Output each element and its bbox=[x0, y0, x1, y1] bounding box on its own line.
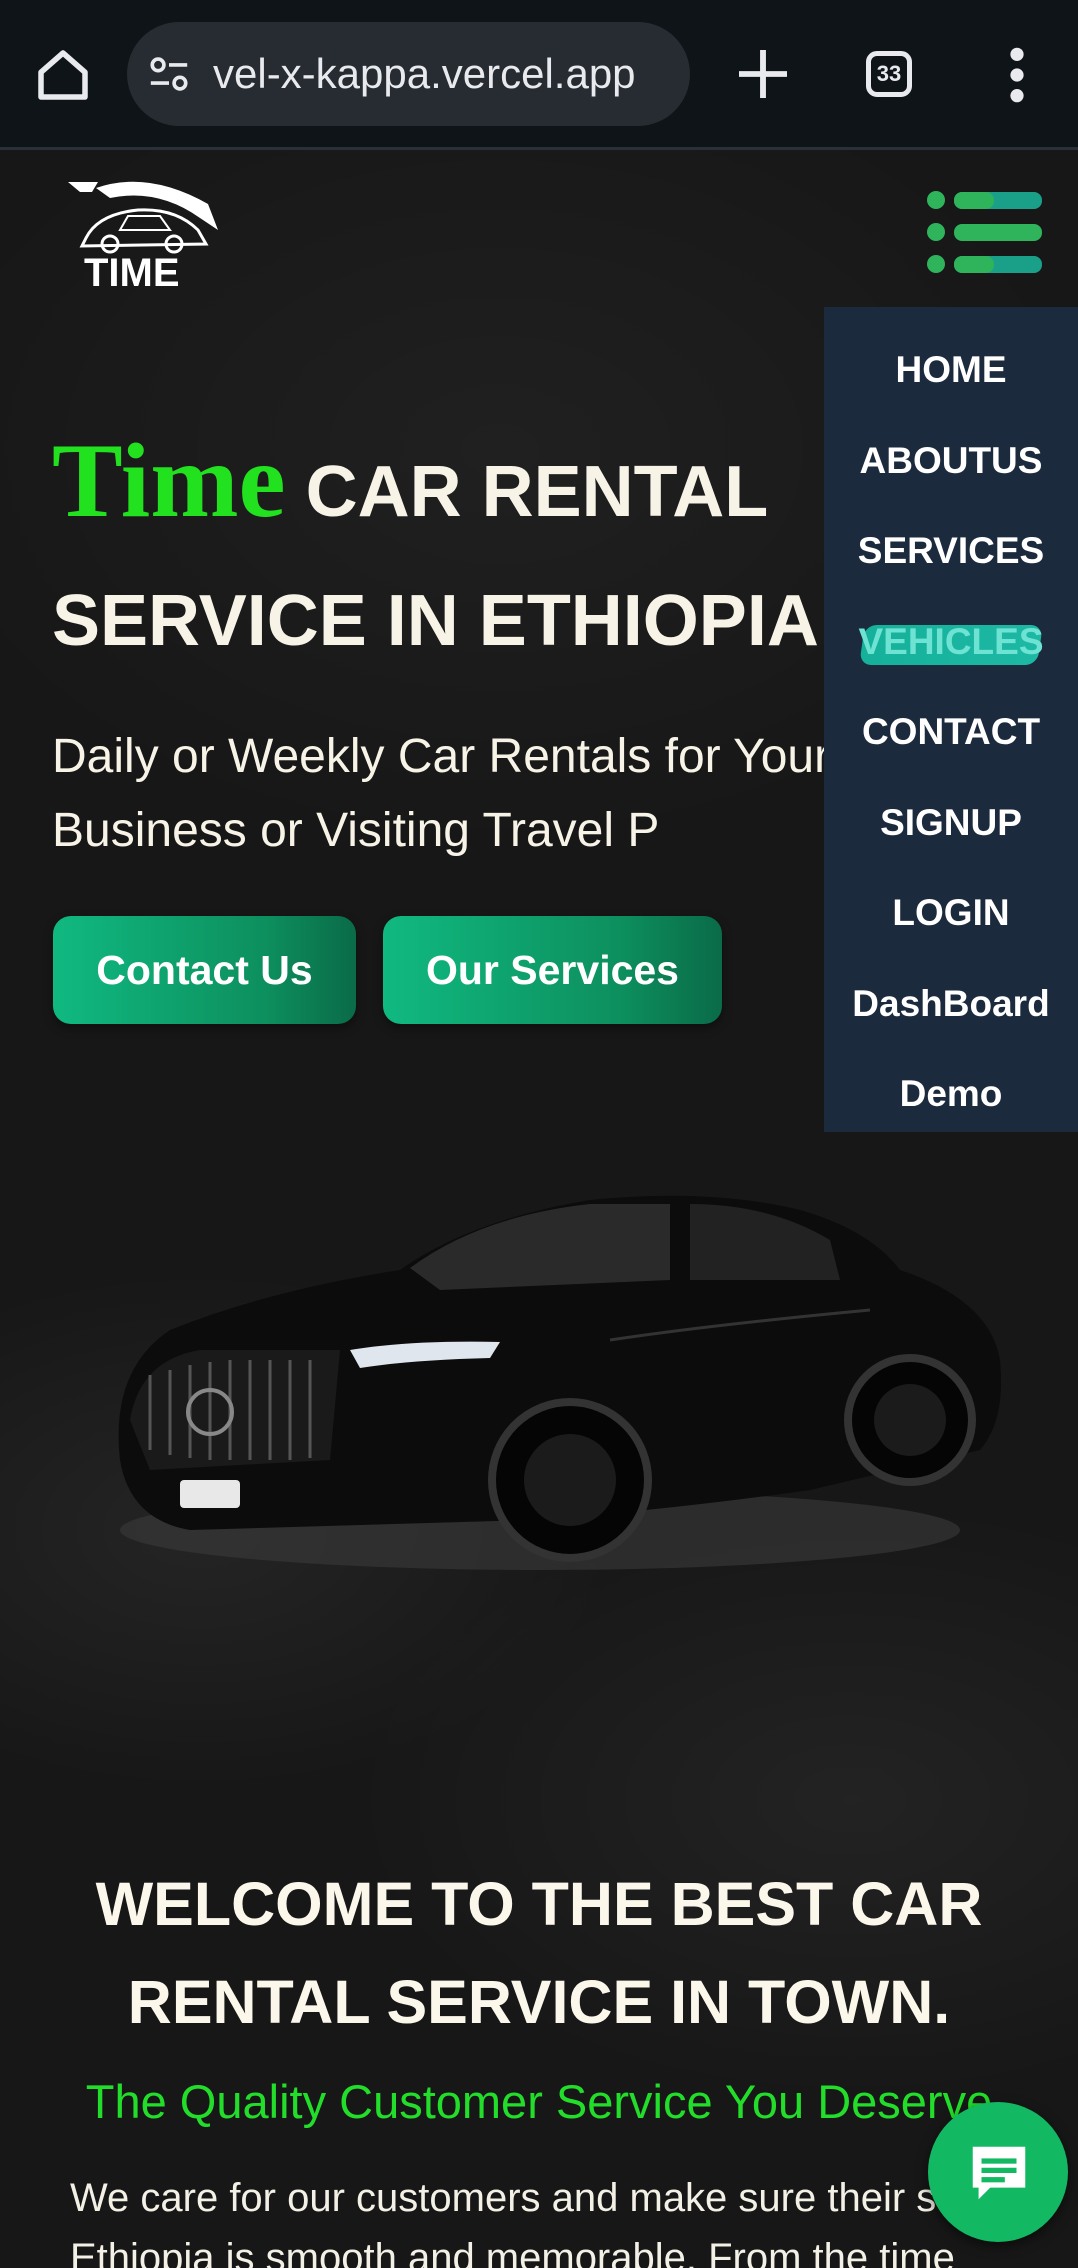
nav-item-aboutus[interactable]: ABOUTUS bbox=[824, 416, 1078, 507]
nav-item-login[interactable]: LOGIN bbox=[824, 868, 1078, 959]
page-content: TIME Time CAR RENTAL SERVICE IN ETHIOPIA … bbox=[0, 150, 1078, 2268]
url-text[interactable]: vel-x-kappa.vercel.app bbox=[213, 46, 674, 102]
nav-label: SERVICES bbox=[857, 530, 1045, 571]
hero-title-rest: CAR RENTAL bbox=[305, 452, 769, 532]
car-image bbox=[118, 1195, 1002, 1570]
contact-us-button[interactable]: Contact Us bbox=[53, 916, 356, 1024]
hamburger-menu-icon[interactable] bbox=[926, 190, 1042, 274]
nav-item-demo[interactable]: Demo bbox=[824, 1049, 1078, 1140]
nav-dropdown: HOME ABOUTUS SERVICES VEHICLES CONTACT S… bbox=[824, 307, 1078, 1132]
welcome-tagline: The Quality Customer Service You Deserve bbox=[85, 2075, 993, 2128]
home-icon[interactable] bbox=[30, 42, 96, 108]
chat-button[interactable] bbox=[928, 2102, 1068, 2242]
nav-item-contact[interactable]: CONTACT bbox=[824, 687, 1078, 778]
chat-message-icon bbox=[972, 2146, 1026, 2200]
browser-toolbar: vel-x-kappa.vercel.app 33 bbox=[0, 0, 1078, 150]
our-services-button[interactable]: Our Services bbox=[383, 916, 722, 1024]
nav-label: LOGIN bbox=[892, 892, 1010, 933]
nav-label: Demo bbox=[899, 1073, 1003, 1114]
nav-label: VEHICLES bbox=[858, 620, 1044, 662]
nav-item-dashboard[interactable]: DashBoard bbox=[824, 959, 1078, 1050]
brand-word: Time bbox=[52, 422, 286, 539]
new-tab-icon[interactable] bbox=[731, 42, 795, 106]
address-bar[interactable]: vel-x-kappa.vercel.app bbox=[127, 22, 690, 126]
nav-label: ABOUTUS bbox=[859, 439, 1043, 481]
nav-item-signup[interactable]: SIGNUP bbox=[824, 778, 1078, 869]
hero-subtitle: Daily or Weekly Car Rentals for Your Bus… bbox=[52, 730, 831, 857]
more-options-icon[interactable] bbox=[1000, 44, 1034, 106]
site-settings-icon[interactable] bbox=[147, 54, 191, 94]
nav-item-vehicles[interactable]: VEHICLES bbox=[824, 597, 1078, 688]
nav-item-services[interactable]: SERVICES bbox=[824, 506, 1078, 597]
nav-label: CONTACT bbox=[861, 711, 1041, 752]
tab-switcher-button[interactable]: 33 bbox=[866, 51, 912, 97]
welcome-heading: WELCOME TO THE BEST CAR RENTAL SERVICE I… bbox=[95, 1870, 983, 2036]
hero-title-line2: SERVICE IN ETHIOPIA bbox=[52, 581, 819, 661]
nav-label: HOME bbox=[895, 349, 1007, 390]
welcome-body: We care for our customers and make sure … bbox=[70, 2176, 955, 2268]
nav-label: DashBoard bbox=[852, 982, 1050, 1024]
hero-title-line1: Time CAR RENTAL bbox=[52, 420, 768, 542]
logo-text: TIME bbox=[84, 251, 180, 294]
time-logo[interactable]: TIME bbox=[58, 174, 234, 294]
nav-item-home[interactable]: HOME bbox=[824, 325, 1078, 416]
nav-label: SIGNUP bbox=[880, 801, 1022, 843]
